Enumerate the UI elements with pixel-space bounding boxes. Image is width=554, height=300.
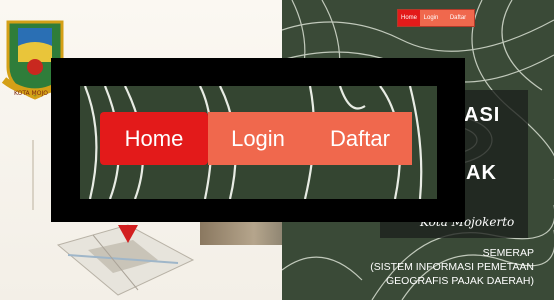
emblem-text: KOTA MOJO bbox=[14, 90, 48, 97]
divider-line bbox=[32, 140, 34, 210]
hero-title-part-1: ASI bbox=[464, 104, 501, 126]
nav-home[interactable]: Home bbox=[100, 112, 208, 165]
app-description: SEMERAP (SISTEM INFORMASI PEMETAAN GEOGR… bbox=[334, 246, 534, 288]
main-navbar: Home Login Daftar bbox=[100, 112, 412, 165]
hero-title-part-2: AK bbox=[466, 162, 497, 184]
zoom-callout: Home Login Daftar bbox=[51, 58, 465, 222]
mini-navbar: Home Login Daftar bbox=[398, 10, 474, 26]
nav-login[interactable]: Login bbox=[208, 112, 308, 165]
mini-nav-daftar[interactable]: Daftar bbox=[442, 10, 474, 26]
description-line-1: (SISTEM INFORMASI PEMETAAN bbox=[370, 261, 534, 273]
mini-nav-home[interactable]: Home bbox=[398, 10, 420, 26]
zoom-inner: Home Login Daftar bbox=[80, 86, 437, 199]
app-name: SEMERAP bbox=[482, 247, 534, 259]
mini-nav-login[interactable]: Login bbox=[420, 10, 442, 26]
description-line-2: GEOGRAFIS PAJAK DAERAH) bbox=[386, 275, 534, 287]
nav-daftar[interactable]: Daftar bbox=[308, 112, 412, 165]
